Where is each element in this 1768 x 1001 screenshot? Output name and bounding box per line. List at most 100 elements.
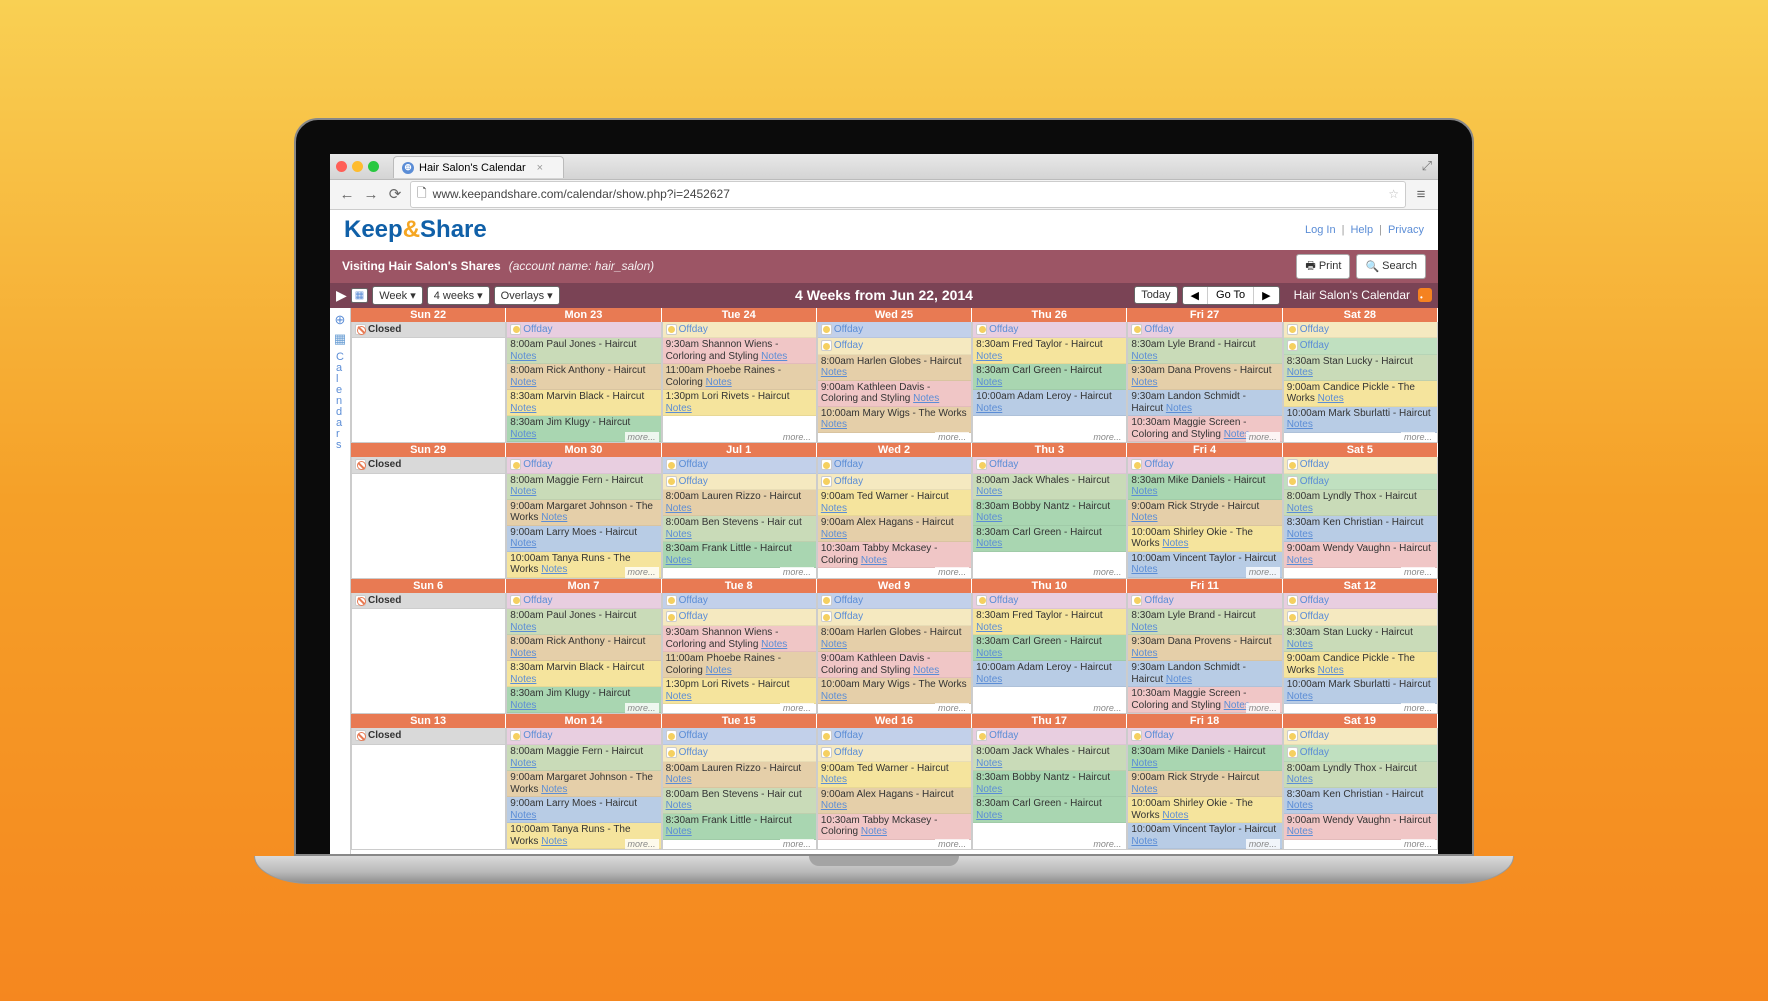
appointment-event[interactable]: 9:00am Alex Hagans - Haircut Notes	[818, 788, 971, 814]
appointment-event[interactable]: 1:30pm Lori Rivets - Haircut Notes	[663, 678, 816, 704]
event-notes-link[interactable]: Notes	[976, 674, 1002, 685]
offday-event[interactable]: Offday	[973, 728, 1126, 745]
day-cell[interactable]: Offday8:00am Maggie Fern - Haircut Notes…	[506, 728, 661, 850]
more-link[interactable]: more...	[780, 567, 814, 577]
offday-event[interactable]: Offday	[663, 474, 816, 491]
expand-icon[interactable]: ⤢	[1422, 158, 1432, 174]
offday-event[interactable]: Offday	[818, 474, 971, 491]
appointment-event[interactable]: 10:30am Tabby Mckasey - Coloring Notes	[818, 814, 971, 840]
event-notes-link[interactable]: Notes	[1131, 622, 1157, 633]
day-cell[interactable]: Offday8:30am Fred Taylor - Haircut Notes…	[972, 322, 1127, 444]
appointment-event[interactable]: 8:00am Lyndly Thox - Haircut Notes	[1284, 762, 1437, 788]
offday-event[interactable]: Offday	[1128, 728, 1281, 745]
offday-event[interactable]: Offday	[1284, 609, 1437, 626]
overlays-dropdown[interactable]: Overlays ▾	[494, 286, 560, 305]
appointment-event[interactable]: 10:00am Mary Wigs - The Works Notes	[818, 407, 971, 433]
event-notes-link[interactable]: Notes	[666, 503, 692, 514]
day-cell[interactable]: OffdayOffday8:30am Stan Lucky - Haircut …	[1283, 593, 1438, 715]
appointment-event[interactable]: 8:00am Rick Anthony - Haircut Notes	[507, 635, 660, 661]
appointment-event[interactable]: 9:00am Kathleen Davis - Coloring and Sty…	[818, 381, 971, 407]
appointment-event[interactable]: 8:30am Carl Green - Haircut Notes	[973, 635, 1126, 661]
week-dropdown[interactable]: Week ▾	[372, 286, 423, 305]
day-header[interactable]: Tue 24	[662, 308, 817, 322]
event-notes-link[interactable]: Notes	[1287, 774, 1313, 785]
expand-left-icon[interactable]: ▶	[336, 287, 347, 304]
tab-close-icon[interactable]: ×	[537, 162, 543, 174]
event-notes-link[interactable]: Notes	[510, 351, 536, 362]
event-notes-link[interactable]: Notes	[510, 403, 536, 414]
appointment-event[interactable]: 8:30am Carl Green - Haircut Notes	[973, 797, 1126, 823]
event-notes-link[interactable]: Notes	[821, 529, 847, 540]
event-notes-link[interactable]: Notes	[976, 758, 1002, 769]
appointment-event[interactable]: 8:00am Jack Whales - Haircut Notes	[973, 474, 1126, 500]
more-link[interactable]: more...	[1401, 432, 1435, 442]
day-header[interactable]: Mon 30	[506, 443, 661, 457]
offday-event[interactable]: Offday	[1284, 728, 1437, 745]
appointment-event[interactable]: 9:00am Candice Pickle - The Works Notes	[1284, 381, 1437, 407]
event-notes-link[interactable]: Notes	[666, 826, 692, 837]
event-notes-link[interactable]: Notes	[510, 700, 536, 711]
offday-event[interactable]: Offday	[818, 322, 971, 339]
sidebar-calendars-label[interactable]: Calendars	[336, 352, 344, 451]
add-icon[interactable]: ⊕	[335, 312, 346, 328]
offday-event[interactable]: Offday	[663, 728, 816, 745]
four-weeks-dropdown[interactable]: 4 weeks ▾	[427, 286, 490, 305]
offday-event[interactable]: Offday	[1128, 322, 1281, 339]
appointment-event[interactable]: 8:30am Marvin Black - Haircut Notes	[507, 390, 660, 416]
appointment-event[interactable]: 10:30am Tabby Mckasey - Coloring Notes	[818, 542, 971, 568]
more-link[interactable]: more...	[935, 567, 969, 577]
day-cell[interactable]: OffdayOffday8:00am Lauren Rizzo - Haircu…	[662, 457, 817, 579]
event-notes-link[interactable]: Notes	[761, 639, 787, 650]
offday-event[interactable]: Offday	[973, 457, 1126, 474]
offday-event[interactable]: Offday	[663, 745, 816, 762]
offday-event[interactable]: Offday	[663, 593, 816, 610]
more-link[interactable]: more...	[1401, 703, 1435, 713]
appointment-event[interactable]: 9:00am Alex Hagans - Haircut Notes	[818, 516, 971, 542]
calendar-list-icon[interactable]: ▦	[334, 331, 346, 347]
appointment-event[interactable]: 10:00am Mark Sburlatti - Haircut Notes	[1284, 678, 1437, 704]
event-notes-link[interactable]: Notes	[1287, 691, 1313, 702]
print-button[interactable]: 🖶 Print	[1296, 254, 1350, 279]
appointment-event[interactable]: 9:00am Kathleen Davis - Coloring and Sty…	[818, 652, 971, 678]
logo[interactable]: Keep&Share	[344, 216, 487, 244]
day-cell[interactable]: Offday8:00am Jack Whales - Haircut Notes…	[972, 457, 1127, 579]
event-notes-link[interactable]: Notes	[666, 774, 692, 785]
day-header[interactable]: Sun 6	[351, 579, 506, 593]
appointment-event[interactable]: 8:00am Harlen Globes - Haircut Notes	[818, 355, 971, 381]
event-notes-link[interactable]: Notes	[821, 774, 847, 785]
day-header[interactable]: Wed 16	[817, 714, 972, 728]
day-header[interactable]: Wed 9	[817, 579, 972, 593]
appointment-event[interactable]: 8:00am Paul Jones - Haircut Notes	[507, 609, 660, 635]
event-notes-link[interactable]: Notes	[821, 691, 847, 702]
appointment-event[interactable]: 8:30am Lyle Brand - Haircut Notes	[1128, 609, 1281, 635]
more-link[interactable]: more...	[1246, 839, 1280, 849]
day-cell[interactable]: Offday8:30am Fred Taylor - Haircut Notes…	[972, 593, 1127, 715]
event-notes-link[interactable]: Notes	[913, 393, 939, 404]
event-notes-link[interactable]: Notes	[1131, 784, 1157, 795]
more-link[interactable]: more...	[780, 839, 814, 849]
offday-event[interactable]: Offday	[973, 322, 1126, 339]
event-notes-link[interactable]: Notes	[861, 826, 887, 837]
event-notes-link[interactable]: Notes	[1318, 665, 1344, 676]
more-link[interactable]: more...	[625, 839, 659, 849]
closed-event[interactable]: Closed	[352, 322, 505, 339]
offday-event[interactable]: Offday	[663, 322, 816, 339]
appointment-event[interactable]: 9:00am Ted Warner - Haircut Notes	[818, 762, 971, 788]
more-link[interactable]: more...	[1401, 839, 1435, 849]
day-header[interactable]: Sat 12	[1283, 579, 1438, 593]
appointment-event[interactable]: 9:30am Landon Schmidt - Haircut Notes	[1128, 661, 1281, 687]
help-link[interactable]: Help	[1350, 224, 1373, 236]
rss-icon[interactable]	[1418, 288, 1432, 302]
event-notes-link[interactable]: Notes	[1162, 810, 1188, 821]
more-link[interactable]: more...	[935, 839, 969, 849]
more-link[interactable]: more...	[1090, 839, 1124, 849]
appointment-event[interactable]: 8:00am Lauren Rizzo - Haircut Notes	[663, 490, 816, 516]
day-header[interactable]: Sat 5	[1283, 443, 1438, 457]
appointment-event[interactable]: 8:30am Bobby Nantz - Haircut Notes	[973, 771, 1126, 797]
event-notes-link[interactable]: Notes	[1131, 836, 1157, 847]
event-notes-link[interactable]: Notes	[976, 486, 1002, 497]
appointment-event[interactable]: 9:30am Dana Provens - Haircut Notes	[1128, 635, 1281, 661]
offday-event[interactable]: Offday	[1128, 457, 1281, 474]
day-header[interactable]: Mon 14	[506, 714, 661, 728]
appointment-event[interactable]: 8:30am Frank Little - Haircut Notes	[663, 814, 816, 840]
